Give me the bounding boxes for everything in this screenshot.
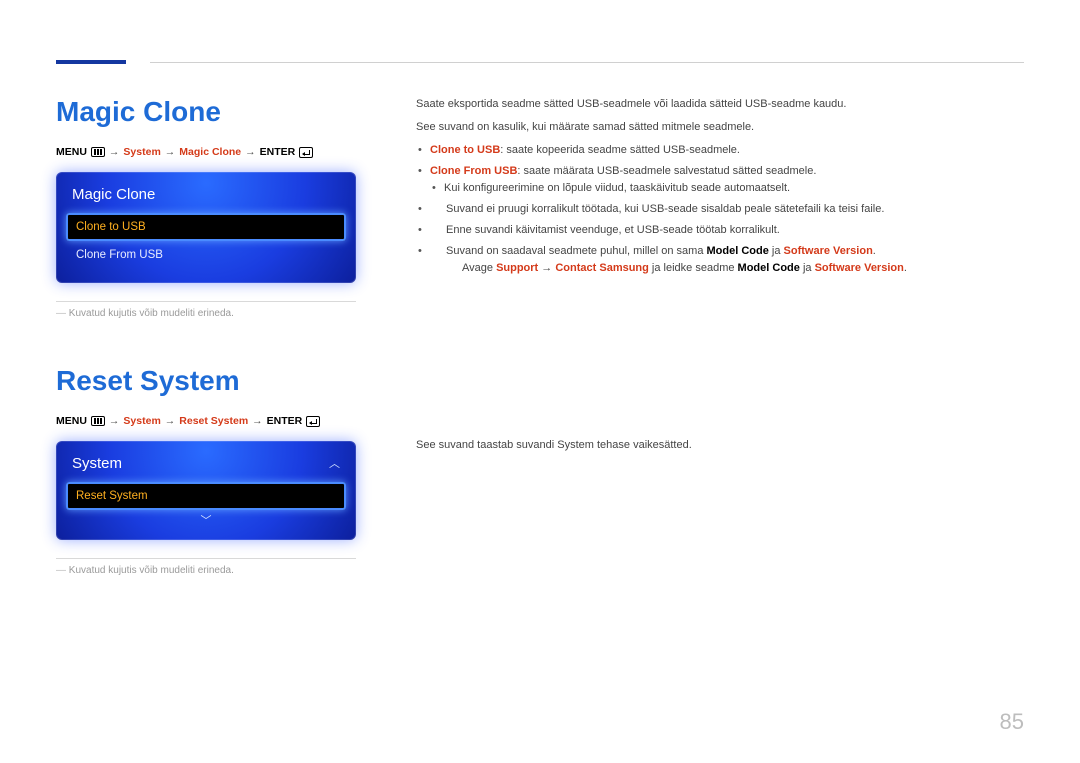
section-reset-system: Reset System MENU → System → Reset Syste… xyxy=(56,365,356,576)
label-clone-to-usb: Clone to USB xyxy=(430,144,500,156)
arrow-text: → xyxy=(538,262,555,274)
arrow-icon: → xyxy=(165,146,176,158)
osd-item-clone-from-usb[interactable]: Clone From USB xyxy=(66,241,346,269)
osd-title-text: System xyxy=(72,455,122,472)
footnote-image-vary: Kuvatud kujutis võib mudeliti erineda. xyxy=(56,308,356,319)
contact-samsung-label: Contact Samsung xyxy=(555,262,649,274)
right-column: Saate eksportida seadme sätted USB-seadm… xyxy=(416,96,1024,616)
page-content: Magic Clone MENU → System → Magic Clone … xyxy=(0,0,1080,616)
support-label: Support xyxy=(496,262,538,274)
note-other-files: Suvand ei pruugi korralikult töötada, ku… xyxy=(430,201,1024,218)
arrow-icon: → xyxy=(165,415,176,427)
bullet-clone-to-usb: Clone to USB: saate kopeerida seadme sät… xyxy=(430,142,1024,159)
breadcrumb-magic-clone: MENU → System → Magic Clone → ENTER xyxy=(56,146,356,158)
chevron-up-icon[interactable]: ︿ xyxy=(329,459,340,469)
section-title-magic-clone: Magic Clone xyxy=(56,96,356,128)
text: ja xyxy=(769,245,784,257)
para-useful: See suvand on kasulik, kui määrate samad… xyxy=(416,119,1024,136)
left-column: Magic Clone MENU → System → Magic Clone … xyxy=(56,96,356,616)
osd-item-reset-system[interactable]: Reset System xyxy=(66,482,346,510)
text-clone-to-usb: : saate kopeerida seadme sätted USB-sead… xyxy=(500,144,740,156)
enter-icon xyxy=(299,147,313,158)
breadcrumb-enter-label: ENTER xyxy=(260,146,296,158)
breadcrumb-enter-label: ENTER xyxy=(267,415,303,427)
header-accent-bar xyxy=(56,60,126,64)
menu-icon xyxy=(91,147,105,157)
note-support-path: Avage Support → Contact Samsung ja leidk… xyxy=(446,260,1024,277)
osd-title-text: Magic Clone xyxy=(72,186,155,203)
footnote-image-vary: Kuvatud kujutis võib mudeliti erineda. xyxy=(56,565,356,576)
header-divider xyxy=(150,62,1024,63)
breadcrumb-magic-clone-item: Magic Clone xyxy=(179,146,241,158)
chevron-down-icon[interactable]: ﹀ xyxy=(66,510,346,526)
breadcrumb-reset-system: MENU → System → Reset System → ENTER xyxy=(56,415,356,427)
model-code-label: Model Code xyxy=(707,245,769,257)
text: Suvand on saadaval seadmete puhul, mille… xyxy=(446,245,707,257)
text-clone-from-usb: : saate määrata USB-seadmele salvestatud… xyxy=(517,165,816,177)
label-clone-from-usb: Clone From USB xyxy=(430,165,517,177)
text: ja leidke seadme xyxy=(649,262,738,274)
breadcrumb-menu-label: MENU xyxy=(56,415,87,427)
body-magic-clone: Saate eksportida seadme sätted USB-seadm… xyxy=(416,96,1024,277)
breadcrumb-system: System xyxy=(123,146,160,158)
text: . xyxy=(873,245,876,257)
osd-title: System ︿ xyxy=(66,451,346,482)
arrow-icon: → xyxy=(245,146,256,158)
note-model-code: Suvand on saadaval seadmete puhul, mille… xyxy=(430,243,1024,277)
breadcrumb-reset-system-item: Reset System xyxy=(179,415,248,427)
osd-panel-reset-system: System ︿ Reset System ﹀ xyxy=(56,441,356,540)
note-usb-working: Enne suvandi käivitamist veenduge, et US… xyxy=(430,222,1024,239)
divider xyxy=(56,301,356,302)
arrow-icon: → xyxy=(109,415,120,427)
model-code-label: Model Code xyxy=(738,262,800,274)
text: ja xyxy=(800,262,815,274)
osd-title: Magic Clone xyxy=(66,182,346,213)
text: . xyxy=(904,262,907,274)
para-export: Saate eksportida seadme sätted USB-seadm… xyxy=(416,96,1024,113)
page-number: 85 xyxy=(1000,709,1024,735)
sub-auto-restart: Kui konfigureerimine on lõpule viidud, t… xyxy=(444,180,1024,197)
breadcrumb-menu-label: MENU xyxy=(56,146,87,158)
arrow-icon: → xyxy=(109,146,120,158)
osd-panel-magic-clone: Magic Clone Clone to USB Clone From USB xyxy=(56,172,356,283)
osd-item-clone-to-usb[interactable]: Clone to USB xyxy=(66,213,346,241)
breadcrumb-system: System xyxy=(123,415,160,427)
bullet-clone-from-usb: Clone From USB: saate määrata USB-seadme… xyxy=(430,163,1024,197)
enter-icon xyxy=(306,416,320,427)
menu-icon xyxy=(91,416,105,426)
section-magic-clone: Magic Clone MENU → System → Magic Clone … xyxy=(56,96,356,319)
text: Avage xyxy=(462,262,496,274)
arrow-icon: → xyxy=(252,415,263,427)
para-reset: See suvand taastab suvandi System tehase… xyxy=(416,437,1024,454)
divider xyxy=(56,558,356,559)
software-version-label: Software Version xyxy=(815,262,904,274)
software-version-label: Software Version xyxy=(784,245,873,257)
body-reset-system: See suvand taastab suvandi System tehase… xyxy=(416,437,1024,454)
section-title-reset-system: Reset System xyxy=(56,365,356,397)
